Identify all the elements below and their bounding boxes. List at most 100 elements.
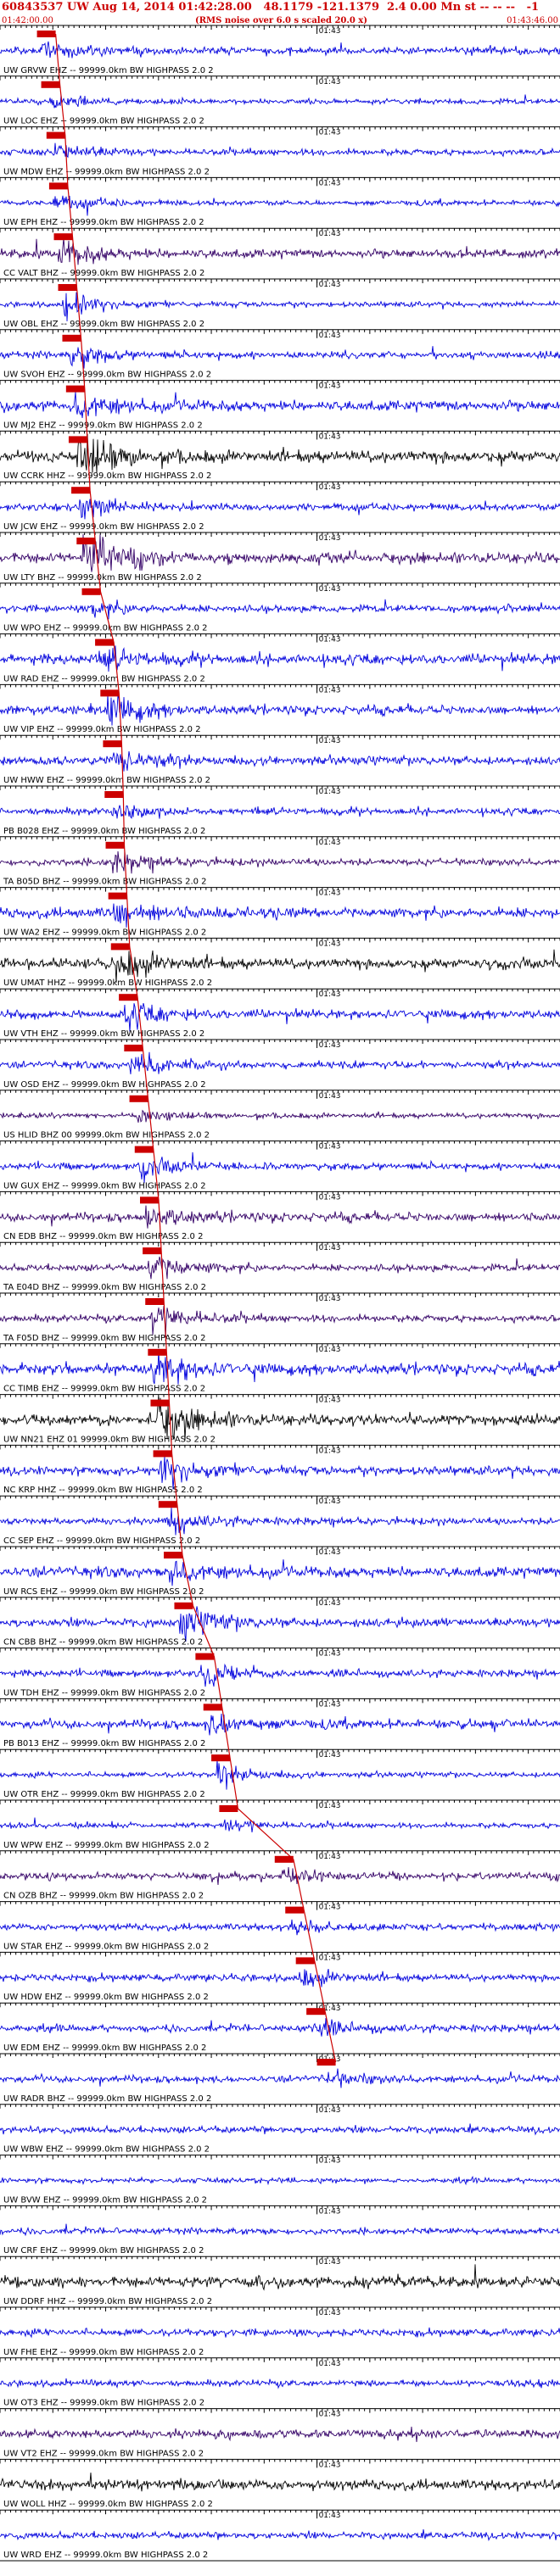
minute-marker-label: 01:43 [319,839,341,847]
channel-label: TA B05D BHZ -- 99999.0km BW HIGHPASS 2.0… [3,878,207,887]
minute-marker-label: 01:43 [319,2411,341,2419]
minute-marker-label: 01:43 [319,636,341,644]
minute-marker-label: 01:43 [319,1346,341,1354]
channel-label: TA E04D BHZ -- 99999.0km BW HIGHPASS 2.0… [3,1283,206,1292]
waveform-trace [0,392,560,419]
trace-ticks [0,1597,560,1602]
waveform-trace [0,237,560,265]
minute-marker-label: 01:43 [319,1295,341,1303]
pick-marker [46,131,65,139]
waveform-trace [0,498,560,520]
channel-label: UW HDW EHZ -- 99999.0km BW HIGHPASS 2.0 … [3,1993,209,2002]
minute-marker-label: 01:43 [319,1599,341,1608]
channel-label: UW SVOH EHZ -- 99999.0km BW HIGHPASS 2.0… [3,371,211,380]
minute-marker-label: 01:43 [319,483,341,492]
trace-ticks [0,2510,560,2515]
minute-marker-label: 01:43 [319,534,341,543]
pick-marker [143,1247,162,1255]
waveform-trace [0,805,560,819]
waveform-trace [0,1051,560,1074]
channel-label: UW DDRF HHZ -- 99999.0km BW HIGHPASS 2.0… [3,2297,212,2306]
trace-ticks [0,583,560,588]
waveform-trace [0,94,560,109]
channel-label: UW GUX EHZ -- 99999.0km BW HIGHPASS 2.0 … [3,1181,206,1190]
minute-marker-label: 01:43 [319,179,341,187]
channel-label: CC VALT BHZ -- 99999.0km BW HIGHPASS 2.0… [3,269,204,278]
trace-ticks [0,228,560,233]
pick-marker [203,1703,222,1711]
channel-label: UW STAR EHZ -- 99999.0km BW HIGHPASS 2.0… [3,1942,209,1951]
channel-label: UW CCRK HHZ -- 99999.0km BW HIGHPASS 2.0… [3,471,211,481]
pick-marker [71,487,91,494]
seismogram-plot: 01:43 UW GRVW EHZ -- 99999.0km BW HIGHPAS… [0,25,560,2562]
channel-label: CN EDB BHZ -- 99999.0km BW HIGHPASS 2.0 … [3,1232,203,1241]
trace-ticks [0,279,560,283]
pick-marker [100,689,120,697]
minute-marker-label: 01:43 [319,1092,341,1101]
channel-label: UW NN21 EHZ 01 99999.0km BW HIGHPASS 2.0… [3,1435,216,1444]
waveform-trace [0,2123,560,2136]
trace-ticks [0,126,560,131]
channel-label: US HLID BHZ 00 99999.0km BW HIGHPASS 2.0… [3,1131,210,1140]
channel-label: UW CRF EHZ -- 99999.0km BW HIGHPASS 2.0 … [3,2246,204,2255]
minute-marker-label: 01:43 [319,281,341,289]
waveform-trace [0,599,560,620]
waveform-trace [0,645,560,672]
pick-marker [36,31,56,37]
waveform-trace [0,2426,560,2443]
minute-marker-label: 01:43 [319,2106,341,2115]
trace-ticks [0,1496,560,1501]
minute-marker-label: 01:43 [319,2512,341,2520]
minute-marker-label: 01:43 [319,2258,341,2267]
channel-label: UW RADR BHZ -- 99999.0km BW HIGHPASS 2.0… [3,2094,211,2104]
trace-ticks [0,1749,560,1754]
minute-marker-label: 01:43 [319,1904,341,1912]
pick-marker [124,1045,143,1051]
trace-ticks [0,25,560,30]
pick-marker [219,1805,238,1812]
waveform-trace [0,1559,560,1586]
channel-label: UW OTR EHZ -- 99999.0km BW HIGHPASS 2.0 … [3,1790,205,1799]
waveform-trace [0,2378,560,2389]
channel-label: UW VTH EHZ -- 99999.0km BW HIGHPASS 2.0 … [3,1029,204,1039]
waveform-trace [0,694,560,726]
channel-label: UW WA2 EHZ -- 99999.0km BW HIGHPASS 2.0 … [3,928,206,937]
trace-ticks [0,2459,560,2464]
channel-label: CN OZB BHZ -- 99999.0km BW HIGHPASS 2.0 … [3,1892,204,1901]
minute-marker-label: 01:43 [319,27,341,36]
waveform-trace [0,1759,560,1790]
waveform-trace [0,1456,560,1490]
waveform-trace [0,949,560,983]
minute-marker-label: 01:43 [319,1397,341,1405]
minute-marker-label: 01:43 [319,1954,341,1962]
minute-marker-label: 01:43 [319,2360,341,2368]
trace-ticks [0,1800,560,1804]
minute-marker-label: 01:43 [319,1650,341,1659]
channel-label: UW HWW EHZ -- 99999.0km BW HIGHPASS 2.0 … [3,776,210,785]
waveform-trace [0,1919,560,1936]
pick-marker [105,841,125,849]
trace-ticks [0,2104,560,2109]
pick-marker [195,1653,215,1660]
channel-label: UW OT3 EHZ -- 99999.0km BW HIGHPASS 2.0 … [3,2399,204,2408]
trace-ticks [0,2307,560,2311]
waveform-trace [0,346,560,369]
waveform-trace [0,2264,560,2291]
channel-label: NC KRP HHZ -- 99999.0km BW HIGHPASS 2.0 … [3,1486,203,1495]
channel-label: UW WBW EHZ -- 99999.0km BW HIGHPASS 2.0 … [3,2145,210,2155]
pick-marker [41,81,60,88]
channel-label: UW VT2 EHZ -- 99999.0km BW HIGHPASS 2.0 … [3,2449,204,2458]
channel-label: UW BVW EHZ -- 99999.0km BW HIGHPASS 2.0 … [3,2195,207,2205]
channel-label: UW RCS EHZ -- 99999.0km BW HIGHPASS 2.0 … [3,1587,204,1597]
minute-marker-label: 01:43 [319,1244,341,1252]
minute-marker-label: 01:43 [319,332,341,340]
waveform-trace [0,1867,560,1886]
pick-marker [110,943,130,951]
channel-label: UW MJ2 EHZ -- 99999.0km BW HIGHPASS 2.0 … [3,421,203,430]
pick-marker [153,1450,172,1458]
minute-marker-label: 01:43 [319,1751,341,1759]
minute-marker-label: 01:43 [319,686,341,694]
pick-marker [145,1298,165,1305]
waveform-trace [0,2175,560,2186]
trace-ticks [0,2054,560,2058]
